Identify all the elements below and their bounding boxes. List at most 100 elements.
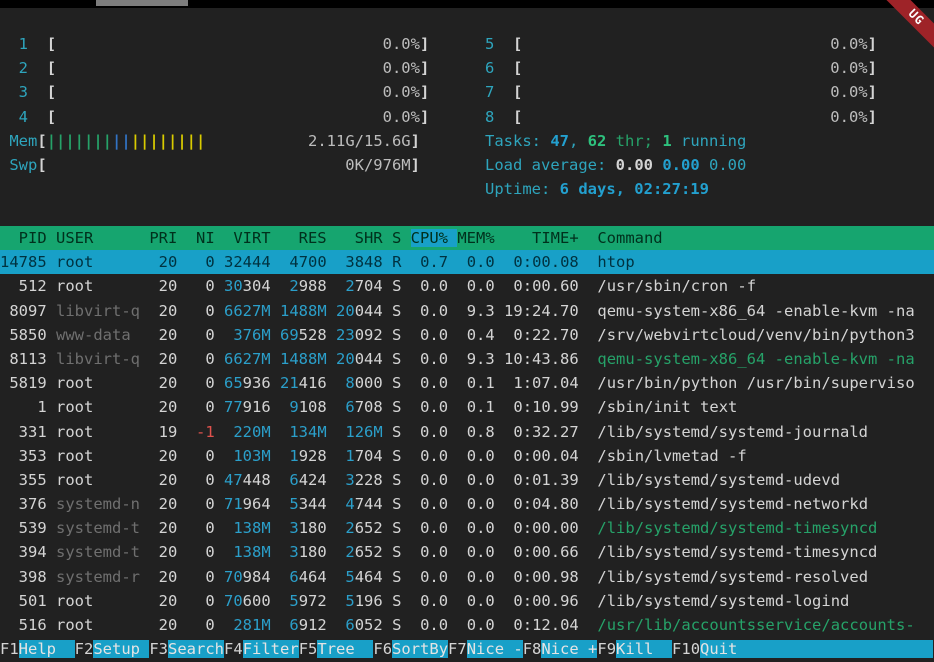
text-segment [280,543,289,561]
header-cell-res[interactable]: RES [280,229,336,247]
fnkey-setup[interactable]: F2Setup [75,640,150,658]
process-row[interactable]: 355 root 20 0 47448 6424 3228 S 0.0 0.0 … [0,468,934,492]
fnkey-number: F8 [523,640,542,658]
text-segment [327,423,336,441]
cell-command: /usr/lib/accountsservice/accounts- [579,616,934,634]
text-segment [700,156,709,174]
text-segment [271,519,280,537]
cell-cpu: 0.0 [411,616,458,634]
fnkey-tree[interactable]: F5Tree [299,640,374,658]
load-1min: 0.00 [616,156,653,174]
cpu-meter-value: 0.0% [56,108,420,126]
cell-mem: 9.3 [457,350,504,368]
fnkey-nice-[interactable]: F7Nice - [448,640,523,658]
mem-number-lo: 196 [355,592,383,610]
process-row[interactable]: 14785 root 20 0 32444 4700 3848 R 0.7 0.… [0,250,934,274]
header-cell-user[interactable]: USER [56,229,149,247]
process-row[interactable]: 8097 libvirt-q 20 0 6627M 1488M 20044 S … [0,299,934,323]
header-cell-mem[interactable]: MEM% [457,229,504,247]
cell-command: /lib/systemd/systemd-udevd [579,471,934,489]
text-segment [383,495,392,513]
header-cell-ni[interactable]: NI [187,229,224,247]
process-row[interactable]: 512 root 20 0 30304 2988 2704 S 0.0 0.0 … [0,274,934,298]
mem-meter-bars: ||||||| [47,132,112,150]
mem-number-hi: 138M [233,543,270,561]
meter-bracket-close: ] [868,83,877,101]
header-cell-state[interactable]: S [392,229,411,247]
text-segment [336,398,345,416]
cell-user: systemd-t [56,543,149,561]
header-cell-cpu-sort[interactable]: CPU% [411,229,458,247]
text-segment [327,326,336,344]
cell-ni: 0 [187,543,224,561]
process-row[interactable]: 501 root 20 0 70600 5972 5196 S 0.0 0.0 … [0,589,934,613]
cell-state: S [392,543,411,561]
text-segment [327,592,336,610]
mem-number-hi: 20 [336,350,355,368]
process-row[interactable]: 331 root 19 -1 220M 134M 126M S 0.0 0.8 … [0,420,934,444]
cpu-meter-id: 1 [19,35,28,53]
function-key-bar: F1Help F2Setup F3SearchF4FilterF5Tree F6… [0,637,934,662]
process-row[interactable]: 353 root 20 0 103M 1928 1704 S 0.0 0.0 0… [0,444,934,468]
mem-number-hi: 220M [233,423,270,441]
cell-state: S [392,616,411,634]
uptime-label: Uptime: [485,180,560,198]
process-row[interactable]: 398 systemd-r 20 0 70984 6464 5464 S 0.0… [0,565,934,589]
fnkey-quit[interactable]: F10Quit [672,640,933,658]
cell-pid: 394 [0,543,56,561]
cell-cpu: 0.0 [411,374,458,392]
header-cell-pri[interactable]: PRI [149,229,186,247]
text-segment [494,83,513,101]
fnkey-number: F4 [224,640,243,658]
cell-mem: 0.8 [457,423,504,441]
fnkey-kill[interactable]: F9Kill [597,640,672,658]
fnkey-number: F6 [373,640,392,658]
meter-bracket-open: [ [513,83,522,101]
process-row[interactable]: 516 root 20 0 281M 6912 6052 S 0.0 0.0 0… [0,613,934,637]
fnkey-help[interactable]: F1Help [0,640,75,658]
process-row[interactable]: 1 root 20 0 77916 9108 6708 S 0.0 0.1 0:… [0,395,934,419]
header-cell-pid[interactable]: PID [0,229,56,247]
fnkey-sortby[interactable]: F6SortBy [373,640,448,658]
process-row[interactable]: 539 systemd-t 20 0 138M 3180 2652 S 0.0 … [0,516,934,540]
cell-command: qemu-system-x86_64 -enable-kvm -na [579,302,934,320]
tasks-thread-count: 62 [588,132,607,150]
process-row[interactable]: 5850 www-data 20 0 376M 69528 23092 S 0.… [0,323,934,347]
cell-pri: 20 [149,253,186,271]
mem-number-hi: 6 [289,471,298,489]
process-row[interactable]: 376 systemd-n 20 0 71964 5344 4744 S 0.0… [0,492,934,516]
cpu-meter-value: 0.0% [522,59,867,77]
header-cell-time[interactable]: TIME+ [504,229,579,247]
meter-bracket-close: ] [868,59,877,77]
fnkey-nice-[interactable]: F8Nice + [523,640,598,658]
process-row[interactable]: 394 systemd-t 20 0 138M 3180 2652 S 0.0 … [0,540,934,564]
process-row[interactable]: 8113 libvirt-q 20 0 6627M 1488M 20044 S … [0,347,934,371]
cell-pri: 20 [149,471,186,489]
header-cell-virt[interactable]: VIRT [224,229,280,247]
mem-number-lo: 744 [355,495,383,513]
cell-ni: 0 [187,471,224,489]
fnkey-search[interactable]: F3Search [149,640,224,658]
mem-number-hi: 1488M [280,302,327,320]
text-segment [336,616,345,634]
fnkey-label: Search [168,640,224,658]
header-cell-shr[interactable]: SHR [336,229,392,247]
cell-user: root [56,398,149,416]
fnkey-filter[interactable]: F4Filter [224,640,299,658]
process-row[interactable]: 5819 root 20 0 65936 21416 8000 S 0.0 0.… [0,371,934,395]
text-segment [383,447,392,465]
header-cell-command[interactable]: Command [579,229,663,247]
uptime-value: 6 days, 02:27:19 [560,180,709,198]
meter-bracket-open: [ [47,59,56,77]
cell-command: /lib/systemd/systemd-networkd [579,495,934,513]
mem-number-hi: 2 [345,277,354,295]
cell-mem: 0.0 [457,616,504,634]
cell-cpu: 0.0 [411,326,458,344]
mem-number-hi: 70 [224,592,243,610]
mem-number-lo: 424 [299,471,327,489]
meter-bracket-close: ] [420,35,429,53]
cell-user: root [56,447,149,465]
window-tab[interactable] [96,0,188,6]
cpu-meter-value: 0.0% [522,35,867,53]
cell-state: S [392,423,411,441]
